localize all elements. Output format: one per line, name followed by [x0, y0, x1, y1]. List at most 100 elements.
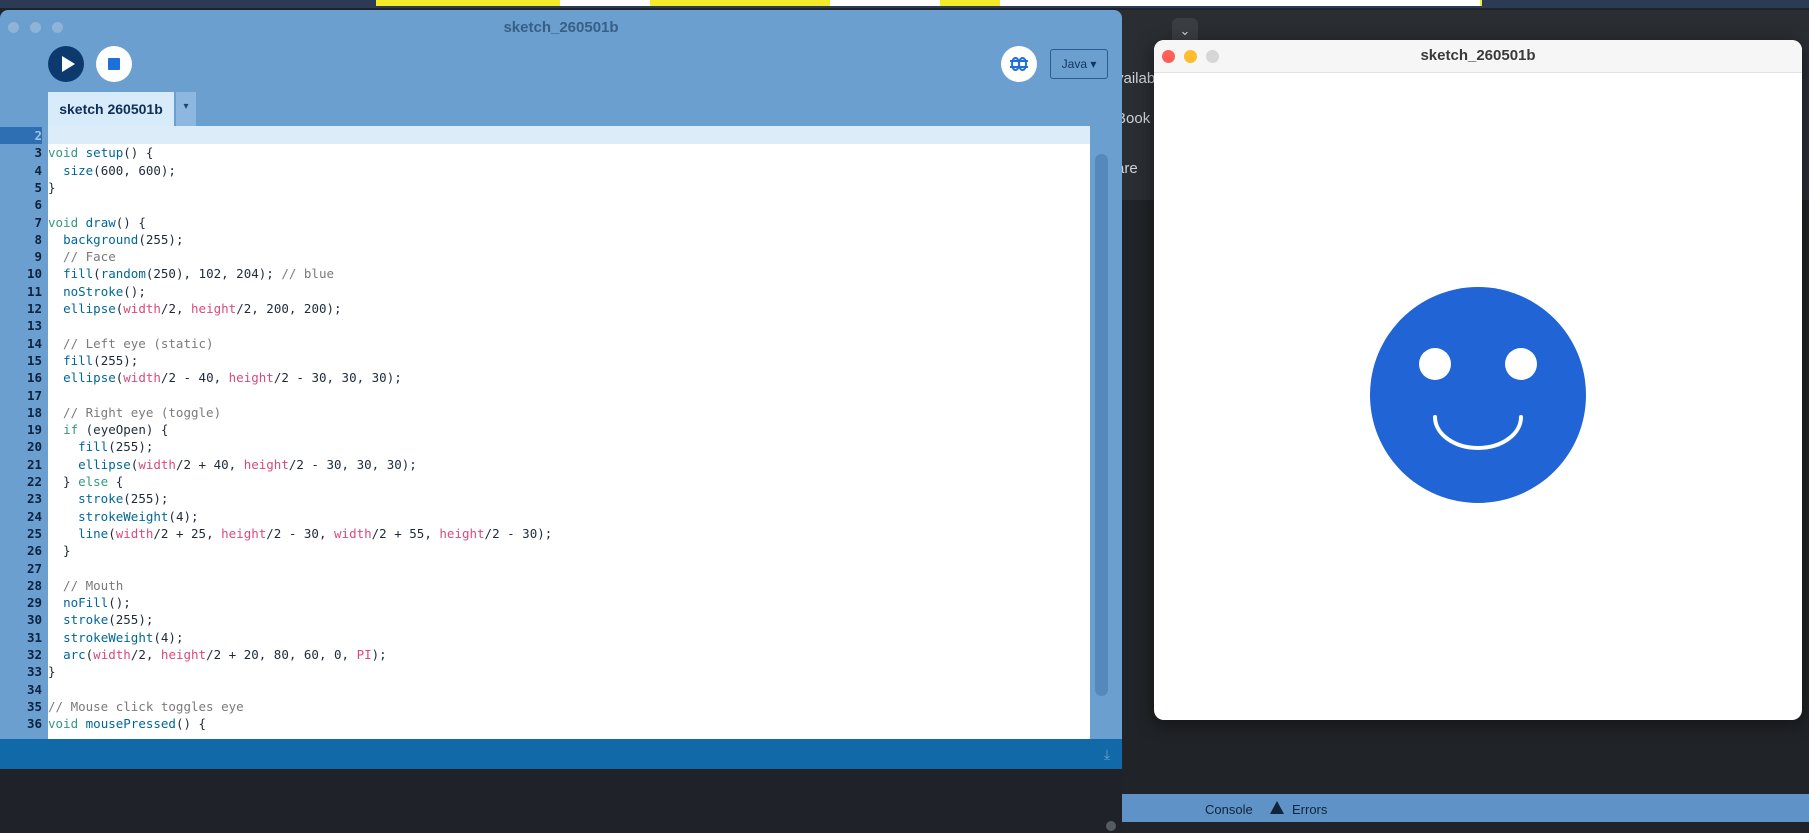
- code-token: (: [93, 266, 101, 282]
- tab-menu-button[interactable]: ▾: [176, 92, 196, 126]
- current-line-highlight: [48, 126, 1090, 144]
- code-token: /2,: [160, 301, 192, 316]
- console-scrollbar[interactable]: [1106, 821, 1116, 831]
- code-token: // Mouse click toggles eye: [48, 698, 244, 714]
- code-token: // Face: [48, 249, 116, 265]
- code-token: size: [63, 162, 94, 178]
- code-token: }: [48, 474, 79, 489]
- code-line: line(width/2 + 25, height/2 - 30, width/…: [48, 525, 552, 542]
- code-token: (eyeOpen) {: [78, 422, 169, 438]
- code-line: stroke(255);: [48, 611, 153, 628]
- code-line: ellipse(width/2 + 40, height/2 - 30, 30,…: [48, 456, 417, 473]
- code-token: width: [123, 301, 161, 316]
- code-token: /2 - 30,: [266, 525, 335, 541]
- code-editor: 2 3 4 5 6 7 8 9 10 11 12 13 14 15 16 17 18 19 20 21 22 23 24 25…: [0, 126, 1122, 739]
- code-token: ellipse: [63, 370, 116, 386]
- background-app-banner-segment: [830, 0, 940, 6]
- background-app-banner-segment: [1000, 0, 1480, 6]
- sketch-canvas[interactable]: [1154, 73, 1802, 720]
- code-line: noStroke();: [48, 283, 146, 300]
- code-token: (250), 102, 204);: [145, 266, 282, 282]
- code-token: // blue: [281, 266, 335, 282]
- line-number: 5: [34, 179, 42, 195]
- code-line: size(600, 600);: [48, 162, 176, 179]
- code-token: height: [191, 301, 237, 316]
- line-number: 29: [26, 595, 42, 611]
- status-bar: ⤓: [0, 739, 1122, 769]
- editor-scrollbar-thumb[interactable]: [1095, 154, 1108, 696]
- editor-scrollbar[interactable]: [1090, 126, 1114, 739]
- code-token: random: [100, 266, 146, 282]
- line-number: 32: [26, 647, 42, 662]
- code-text-area[interactable]: void setup() { size(600, 600);} void draw…: [48, 126, 1090, 739]
- code-token: height: [228, 370, 274, 386]
- line-number: 15: [26, 352, 42, 368]
- code-token: line: [78, 525, 109, 541]
- debugger-button[interactable]: [1001, 46, 1037, 82]
- code-token: height: [160, 647, 207, 662]
- code-line: // Right eye (toggle): [48, 404, 221, 421]
- code-token: /2 + 25,: [153, 525, 222, 541]
- line-number: 33: [26, 664, 42, 680]
- code-token: (255);: [108, 612, 154, 628]
- code-line: fill(255);: [48, 352, 138, 369]
- code-token: strokeWeight: [78, 508, 169, 524]
- code-line: // Left eye (static): [48, 335, 214, 352]
- debugger-icon: [1010, 57, 1028, 71]
- code-token: mousePressed: [85, 716, 176, 732]
- code-token: /2 + 55,: [371, 525, 440, 541]
- code-token: (255);: [138, 231, 184, 247]
- code-token: /2,: [130, 647, 161, 662]
- code-token: (600, 600);: [93, 162, 176, 178]
- sketch-tabbar: sketch 260501b ▾: [48, 92, 198, 126]
- code-token: (255);: [93, 352, 139, 368]
- code-token: stroke: [78, 491, 124, 507]
- line-number: 36: [26, 716, 42, 732]
- code-token: void: [48, 214, 86, 230]
- run-button[interactable]: [48, 46, 84, 82]
- code-line: void setup() {: [48, 144, 153, 161]
- code-token: () {: [123, 145, 154, 161]
- code-token: fill: [63, 352, 94, 368]
- sketch-output-window: sketch_260501b: [1154, 40, 1802, 720]
- mode-selector[interactable]: Java ▾: [1050, 49, 1108, 79]
- background-app-banner-segment: [560, 0, 650, 6]
- code-token: (4);: [153, 629, 184, 645]
- code-token: }: [48, 179, 56, 195]
- stop-button[interactable]: [96, 46, 132, 82]
- code-line: ellipse(width/2 - 40, height/2 - 30, 30,…: [48, 369, 402, 386]
- code-token: /2 + 20, 80, 60, 0,: [206, 647, 357, 662]
- line-number: 14: [26, 335, 42, 351]
- line-number: 23: [26, 491, 42, 507]
- code-line: arc(width/2, height/2 + 20, 80, 60, 0, P…: [48, 646, 387, 663]
- code-token: (4);: [168, 508, 199, 524]
- line-number: 26: [26, 543, 42, 559]
- code-line: fill(random(250), 102, 204); // blue: [48, 265, 334, 282]
- line-number: 4: [34, 162, 42, 178]
- code-line: strokeWeight(4);: [48, 508, 199, 525]
- code-line: // Mouth: [48, 577, 123, 594]
- tab-sketch[interactable]: sketch 260501b: [48, 92, 174, 126]
- line-number: 34: [26, 681, 42, 697]
- tab-errors[interactable]: Errors: [1292, 802, 1327, 817]
- line-number: 24: [26, 508, 42, 524]
- ide-titlebar: sketch_260501b: [0, 10, 1122, 40]
- code-token: );: [371, 647, 387, 662]
- tab-console[interactable]: Console: [1205, 802, 1253, 817]
- code-token: strokeWeight: [63, 629, 154, 645]
- code-token: height: [439, 525, 485, 541]
- collapse-console-icon[interactable]: ⤓: [1100, 747, 1114, 761]
- line-number: 6: [34, 197, 42, 213]
- line-number: 8: [34, 231, 42, 247]
- line-number: 10: [26, 266, 42, 282]
- console-area: [0, 769, 1122, 833]
- code-token: // Left eye (static): [48, 335, 214, 351]
- ide-window-title: sketch_260501b: [503, 19, 619, 36]
